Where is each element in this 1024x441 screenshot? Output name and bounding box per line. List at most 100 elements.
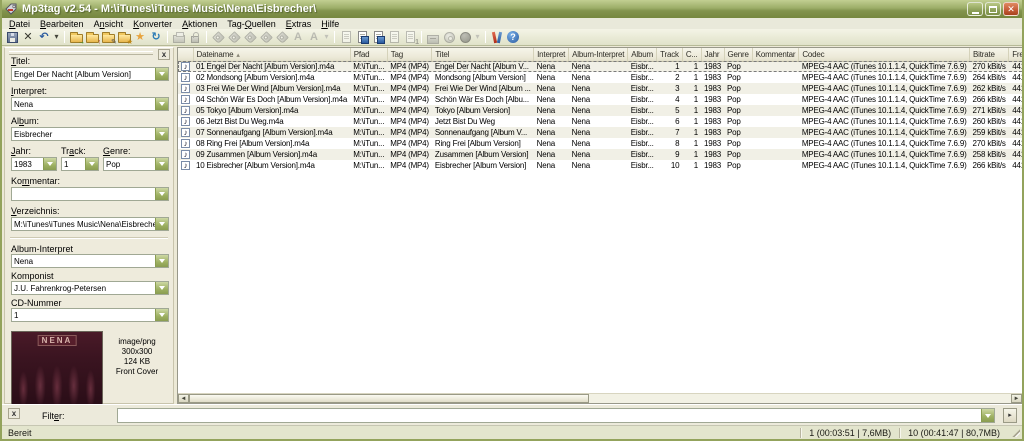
album-interpret-value[interactable]: Nena <box>12 257 155 266</box>
menu-extras[interactable]: Extras <box>281 19 317 29</box>
menu-hilfe[interactable]: Hilfe <box>316 19 344 29</box>
filter-dropdown-icon[interactable] <box>981 409 994 422</box>
interpret-field[interactable]: Nena <box>11 97 169 111</box>
favorite-directories-icon[interactable]: ★ <box>116 29 132 45</box>
komponist-field[interactable]: J.U. Fahrenkrog-Petersen <box>11 281 169 295</box>
column-header-dateiname[interactable]: Dateiname▴ <box>193 48 350 61</box>
column-header-frequenz[interactable]: Frequenz <box>1009 48 1022 61</box>
table-row[interactable]: ♪07 Sonnenaufgang [Album Version].m4aM:\… <box>178 127 1022 138</box>
titel-field[interactable]: Engel Der Nacht [Album Version] <box>11 67 169 81</box>
column-header-titel[interactable]: Titel <box>432 48 534 61</box>
jahr-dropdown-icon[interactable] <box>43 158 56 170</box>
interpret-value[interactable]: Nena <box>12 100 155 109</box>
scroll-right-icon[interactable]: ► <box>1011 394 1022 403</box>
kommentar-dropdown-icon[interactable] <box>155 188 168 200</box>
column-header-album_interpret[interactable]: Album-Interpret <box>569 48 628 61</box>
verzeichnis-field[interactable]: M:\iTunes\iTunes Music\Nena\Eisbrecher <box>11 217 169 231</box>
track-value[interactable]: 1 <box>62 160 85 169</box>
horizontal-scrollbar[interactable]: ◄ ► <box>178 393 1022 403</box>
column-header-c[interactable]: C... <box>682 48 701 61</box>
export-icon[interactable] <box>370 29 386 45</box>
table-row[interactable]: ♪10 Eisbrecher [Album Version].m4aM:\iTu… <box>178 160 1022 171</box>
genre-field[interactable]: Pop <box>103 157 169 171</box>
menu-bearbeiten[interactable]: Bearbeiten <box>35 19 89 29</box>
titel-value[interactable]: Engel Der Nacht [Album Version] <box>12 70 155 79</box>
table-row[interactable]: ♪09 Zusammen [Album Version].m4aM:\iTun.… <box>178 149 1022 160</box>
table-row[interactable]: ♪02 Mondsong [Album Version].m4aM:\iTun.… <box>178 72 1022 83</box>
column-header-genre[interactable]: Genre <box>724 48 752 61</box>
column-header-tag[interactable]: Tag <box>387 48 432 61</box>
remove-icon[interactable]: ✕ <box>20 29 36 45</box>
column-header-pfad[interactable]: Pfad <box>350 48 387 61</box>
scrollbar-track[interactable] <box>189 394 1011 403</box>
cd-nummer-field[interactable]: 1 <box>11 308 169 322</box>
menu-datei[interactable]: Datei <box>4 19 35 29</box>
table-row[interactable]: ♪06 Jetzt Bist Du Weg.m4aM:\iTun...MP4 (… <box>178 116 1022 127</box>
filter-advance-button[interactable]: ▸ <box>1003 408 1017 423</box>
column-header-codec[interactable]: Codec <box>799 48 970 61</box>
column-header-track[interactable]: Track <box>657 48 683 61</box>
save-icon[interactable] <box>4 29 20 45</box>
maximize-button[interactable] <box>985 2 1001 16</box>
verzeichnis-value[interactable]: M:\iTunes\iTunes Music\Nena\Eisbrecher <box>12 220 155 229</box>
cd-nummer-dropdown-icon[interactable] <box>155 309 168 321</box>
album-value[interactable]: Eisbrecher <box>12 130 155 139</box>
jahr-field[interactable]: 1983 <box>11 157 57 171</box>
table-row[interactable]: ♪03 Frei Wie Der Wind [Album Version].m4… <box>178 83 1022 94</box>
menu-ansicht[interactable]: Ansicht <box>89 19 129 29</box>
cell-jahr: 1983 <box>701 94 724 105</box>
filter-input[interactable] <box>118 409 981 422</box>
change-directory-icon[interactable]: → <box>68 29 84 45</box>
table-row[interactable]: ♪04 Schön Wär Es Doch [Album Version].m4… <box>178 94 1022 105</box>
refresh-icon[interactable]: ↻ <box>148 29 164 45</box>
cell-interpret: Nena <box>534 72 569 83</box>
track-dropdown-icon[interactable] <box>85 158 98 170</box>
table-row[interactable]: ♪01 Engel Der Nacht [Album Version].m4aM… <box>178 61 1022 72</box>
help-icon[interactable]: ? <box>505 29 521 45</box>
undo-icon[interactable]: ↶ <box>36 29 52 45</box>
options-icon[interactable] <box>489 29 505 45</box>
menu-aktionen[interactable]: Aktionen <box>177 19 222 29</box>
jahr-value[interactable]: 1983 <box>12 160 43 169</box>
edit-directory-icon[interactable]: ✎ <box>100 29 116 45</box>
column-header-album[interactable]: Album <box>628 48 657 61</box>
genre-dropdown-icon[interactable] <box>155 158 168 170</box>
column-header-bitrate[interactable]: Bitrate <box>970 48 1009 61</box>
panel-grip-handle[interactable] <box>9 51 153 55</box>
verzeichnis-dropdown-icon[interactable] <box>155 218 168 230</box>
filter-close-button[interactable]: x <box>8 408 20 419</box>
minimize-button[interactable] <box>967 2 983 16</box>
cd-nummer-value[interactable]: 1 <box>12 311 155 320</box>
column-header-jahr[interactable]: Jahr <box>701 48 724 61</box>
album-dropdown-icon[interactable] <box>155 128 168 140</box>
album-interpret-dropdown-icon[interactable] <box>155 255 168 267</box>
table-row[interactable]: ♪08 Ring Frei [Album Version].m4aM:\iTun… <box>178 138 1022 149</box>
scrollbar-thumb[interactable] <box>189 394 589 403</box>
undo-dropdown-icon[interactable]: ▾ <box>52 29 61 45</box>
column-header-icon[interactable] <box>178 48 193 61</box>
cell-track: 8 <box>657 138 683 149</box>
table-row[interactable]: ♪05 Tokyo [Album Version].m4aM:\iTun...M… <box>178 105 1022 116</box>
genre-value[interactable]: Pop <box>104 160 155 169</box>
menu-tag-quellen[interactable]: Tag-Quellen <box>222 19 281 29</box>
column-header-interpret[interactable]: Interpret <box>534 48 569 61</box>
kommentar-field[interactable] <box>11 187 169 201</box>
interpret-dropdown-icon[interactable] <box>155 98 168 110</box>
panel-close-button[interactable]: x <box>158 49 170 60</box>
toolbar-separator <box>334 31 335 43</box>
column-header-kommentar[interactable]: Kommentar <box>752 48 799 61</box>
album-interpret-field[interactable]: Nena <box>11 254 169 268</box>
menu-konverter[interactable]: Konverter <box>128 19 177 29</box>
titel-dropdown-icon[interactable] <box>155 68 168 80</box>
scroll-left-icon[interactable]: ◄ <box>178 394 189 403</box>
close-button[interactable]: ✕ <box>1003 2 1019 16</box>
parent-directory-icon[interactable]: ↑ <box>84 29 100 45</box>
favorites-icon[interactable]: ★ <box>132 29 148 45</box>
album-field[interactable]: Eisbrecher <box>11 127 169 141</box>
title-bar[interactable]: Mp3tag v2.54 - M:\iTunes\iTunes Music\Ne… <box>2 0 1022 18</box>
komponist-value[interactable]: J.U. Fahrenkrog-Petersen <box>12 284 155 293</box>
playlist-icon[interactable] <box>354 29 370 45</box>
track-field[interactable]: 1 <box>61 157 99 171</box>
komponist-dropdown-icon[interactable] <box>155 282 168 294</box>
resize-grip[interactable] <box>1008 426 1022 439</box>
